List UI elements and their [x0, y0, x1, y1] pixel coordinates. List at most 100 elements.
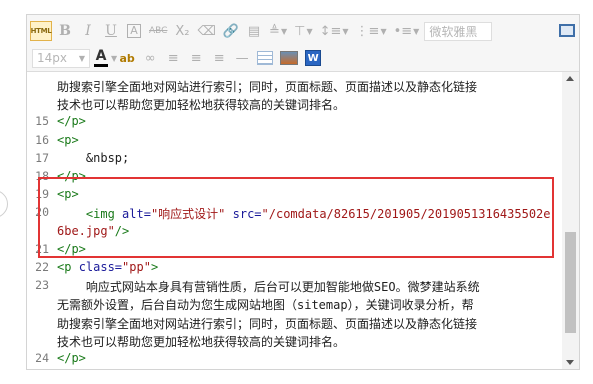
code-line: 6be.jpg"/> [27, 224, 561, 242]
border-text-button[interactable]: A [124, 20, 144, 42]
code-token: &nbsp; [57, 150, 130, 165]
code-token: "pp" [122, 260, 151, 274]
font-color-swatch [94, 64, 108, 67]
align-dropdown-button[interactable]: ≜ ▼ [267, 20, 289, 42]
italic-button[interactable]: I [78, 20, 98, 42]
strikethrough-button[interactable]: ABC [147, 20, 169, 42]
code-token: src= [225, 207, 262, 222]
line-number: 19 [35, 187, 49, 202]
line-height-dropdown-button[interactable]: ↕≡ ▼ [318, 20, 351, 42]
code-text: 技术也可以帮助您更加轻松地获得较高的关键词排名。 [57, 333, 555, 350]
scroll-up-icon[interactable] [566, 76, 574, 81]
line-number: 18 [35, 169, 49, 183]
code-line: 助搜索引擎全面地对网站进行索引；同时，页面标题、页面描述以及静态化链接 [27, 78, 561, 96]
align-right-icon[interactable]: ≡ [209, 47, 229, 69]
code-text: 助搜索引擎全面地对网站进行索引；同时，页面标题、页面描述以及静态化链接 [57, 315, 555, 332]
code-token: 技术也可以帮助您更加轻松地获得较高的关键词排名。 [57, 334, 346, 349]
code-line: 技术也可以帮助您更加轻松地获得较高的关键词排名。 [27, 96, 561, 114]
align-left-icon[interactable]: ≡ [163, 47, 183, 69]
line-number: 23 [35, 278, 49, 293]
font-color-label: A [95, 48, 107, 64]
code-line: 15 </p> [27, 114, 561, 132]
link-icon[interactable]: 🔗 [221, 20, 241, 42]
word-icon-glyph: W [305, 50, 322, 66]
code-line: 18 </p> [27, 169, 561, 187]
word-import-icon[interactable]: W [303, 47, 323, 69]
code-line: 16 <p> [27, 133, 561, 151]
html-source-view[interactable]: 助搜索引擎全面地对网站进行索引；同时，页面标题、页面描述以及静态化链接 技术也可以… [27, 72, 561, 369]
line-number: 15 [35, 114, 49, 129]
editor-toolbar: HTML B I U A ABC X₂ ⌫ 🔗 ▤ ≜ ▼ ⊤ ▼ ↕≡ ▼ ⋮≡ ▼ … [27, 15, 579, 72]
code-line: 20 <img alt="响应式设计" src="/comdata/82615/… [27, 205, 561, 223]
line-number: 16 [35, 132, 49, 147]
chevron-down-icon: ▼ [78, 53, 85, 63]
code-text: <p class="pp"> [57, 260, 555, 274]
code-line: 21 </p> [27, 242, 561, 260]
eraser-icon[interactable]: ⌫ [195, 20, 217, 42]
toolbar-row-1: HTML B I U A ABC X₂ ⌫ 🔗 ▤ ≜ ▼ ⊤ ▼ ↕≡ ▼ ⋮≡ ▼ … [30, 18, 496, 44]
code-token: 技术也可以帮助您更加轻松地获得较高的关键词排名。 [57, 98, 346, 113]
font-family-select[interactable]: 微软雅黑 [424, 21, 493, 41]
scrollbar-thumb[interactable] [565, 232, 576, 333]
code-text: 助搜索引擎全面地对网站进行索引；同时，页面标题、页面描述以及静态化链接 [57, 78, 555, 95]
code-text: 无需额外设置，后台自动为您生成网站地图（sitemap），关键词收录分析，帮 [57, 296, 555, 313]
code-line: 17 &nbsp; [27, 151, 561, 169]
code-token: > [150, 260, 159, 274]
code-token: </p> [57, 241, 86, 256]
toolbar-row-2: 14px ▼ A ▼ ab ∞ ≡ ≡ ≡ — W [30, 45, 326, 71]
code-text: </p> [57, 114, 555, 128]
underline-button[interactable]: U [101, 20, 121, 42]
code-line: 23 响应式网站本身具有营销性质，后台可以更加智能地做SEO。微梦建站系统 [27, 278, 561, 296]
code-token: 助搜索引擎全面地对网站进行索引；同时，页面标题、页面描述以及静态化链接 [57, 316, 478, 331]
code-token: <p> [57, 132, 79, 147]
code-token: 无需额外设置，后台自动为您生成网站地图（sitemap），关键词收录分析，帮 [57, 298, 474, 313]
border-text-label: A [127, 24, 141, 38]
page-edge-handle [0, 190, 8, 218]
ordered-list-button[interactable]: ⋮≡ ▼ [354, 20, 389, 42]
line-number: 17 [35, 150, 49, 165]
vertical-scrollbar[interactable] [562, 72, 579, 369]
fullscreen-icon[interactable] [559, 24, 575, 37]
code-token: class= [78, 260, 123, 274]
code-text: 6be.jpg"/> [57, 224, 555, 238]
scroll-down-icon[interactable] [566, 360, 574, 365]
code-line: 24 </p> [27, 351, 561, 369]
code-line: 无需额外设置，后台自动为您生成网站地图（sitemap），关键词收录分析，帮 [27, 296, 561, 314]
code-token: <img [57, 207, 123, 222]
paste-format-icon[interactable]: ▤ [244, 20, 264, 42]
font-size-value: 14px [37, 51, 67, 65]
code-token: 6be.jpg" [57, 223, 115, 238]
code-line: 技术也可以帮助您更加轻松地获得较高的关键词排名。 [27, 333, 561, 351]
code-text: <p> [57, 187, 555, 201]
line-number: 22 [35, 260, 49, 274]
line-number: 24 [35, 351, 49, 365]
code-text: &nbsp; [57, 151, 555, 165]
code-text: </p> [57, 242, 555, 256]
code-line: 19 <p> [27, 187, 561, 205]
rich-text-editor: HTML B I U A ABC X₂ ⌫ 🔗 ▤ ≜ ▼ ⊤ ▼ ↕≡ ▼ ⋮≡ ▼ … [26, 14, 580, 370]
code-line: 助搜索引擎全面地对网站进行索引；同时，页面标题、页面描述以及静态化链接 [27, 315, 561, 333]
table-icon[interactable] [255, 47, 275, 69]
align-center-icon[interactable]: ≡ [186, 47, 206, 69]
code-token: <p [57, 260, 79, 274]
html-source-button[interactable]: HTML [30, 21, 52, 41]
code-token: /> [114, 223, 130, 238]
indent-dropdown-button[interactable]: ⊤ ▼ [292, 20, 314, 42]
horizontal-rule-icon[interactable]: — [232, 47, 252, 69]
code-text: </p> [57, 351, 555, 365]
code-token: 助搜索引擎全面地对网站进行索引；同时，页面标题、页面描述以及静态化链接 [57, 80, 478, 94]
image-icon-glyph [280, 51, 299, 65]
bold-button[interactable]: B [55, 20, 75, 42]
unordered-list-button[interactable]: •≡ ▼ [392, 20, 422, 42]
line-number: 21 [35, 241, 49, 256]
code-token: alt= [122, 207, 151, 222]
code-token: <p> [57, 187, 79, 202]
image-icon[interactable] [278, 47, 300, 69]
code-text: <p> [57, 133, 555, 147]
highlight-button[interactable]: ab [117, 47, 137, 69]
unlink-icon[interactable]: ∞ [140, 47, 160, 69]
subscript-button[interactable]: X₂ [172, 20, 192, 42]
font-size-select[interactable]: 14px ▼ [32, 48, 90, 68]
font-color-button[interactable]: A [94, 49, 108, 67]
code-text: 响应式网站本身具有营销性质，后台可以更加智能地做SEO。微梦建站系统 [57, 278, 555, 295]
